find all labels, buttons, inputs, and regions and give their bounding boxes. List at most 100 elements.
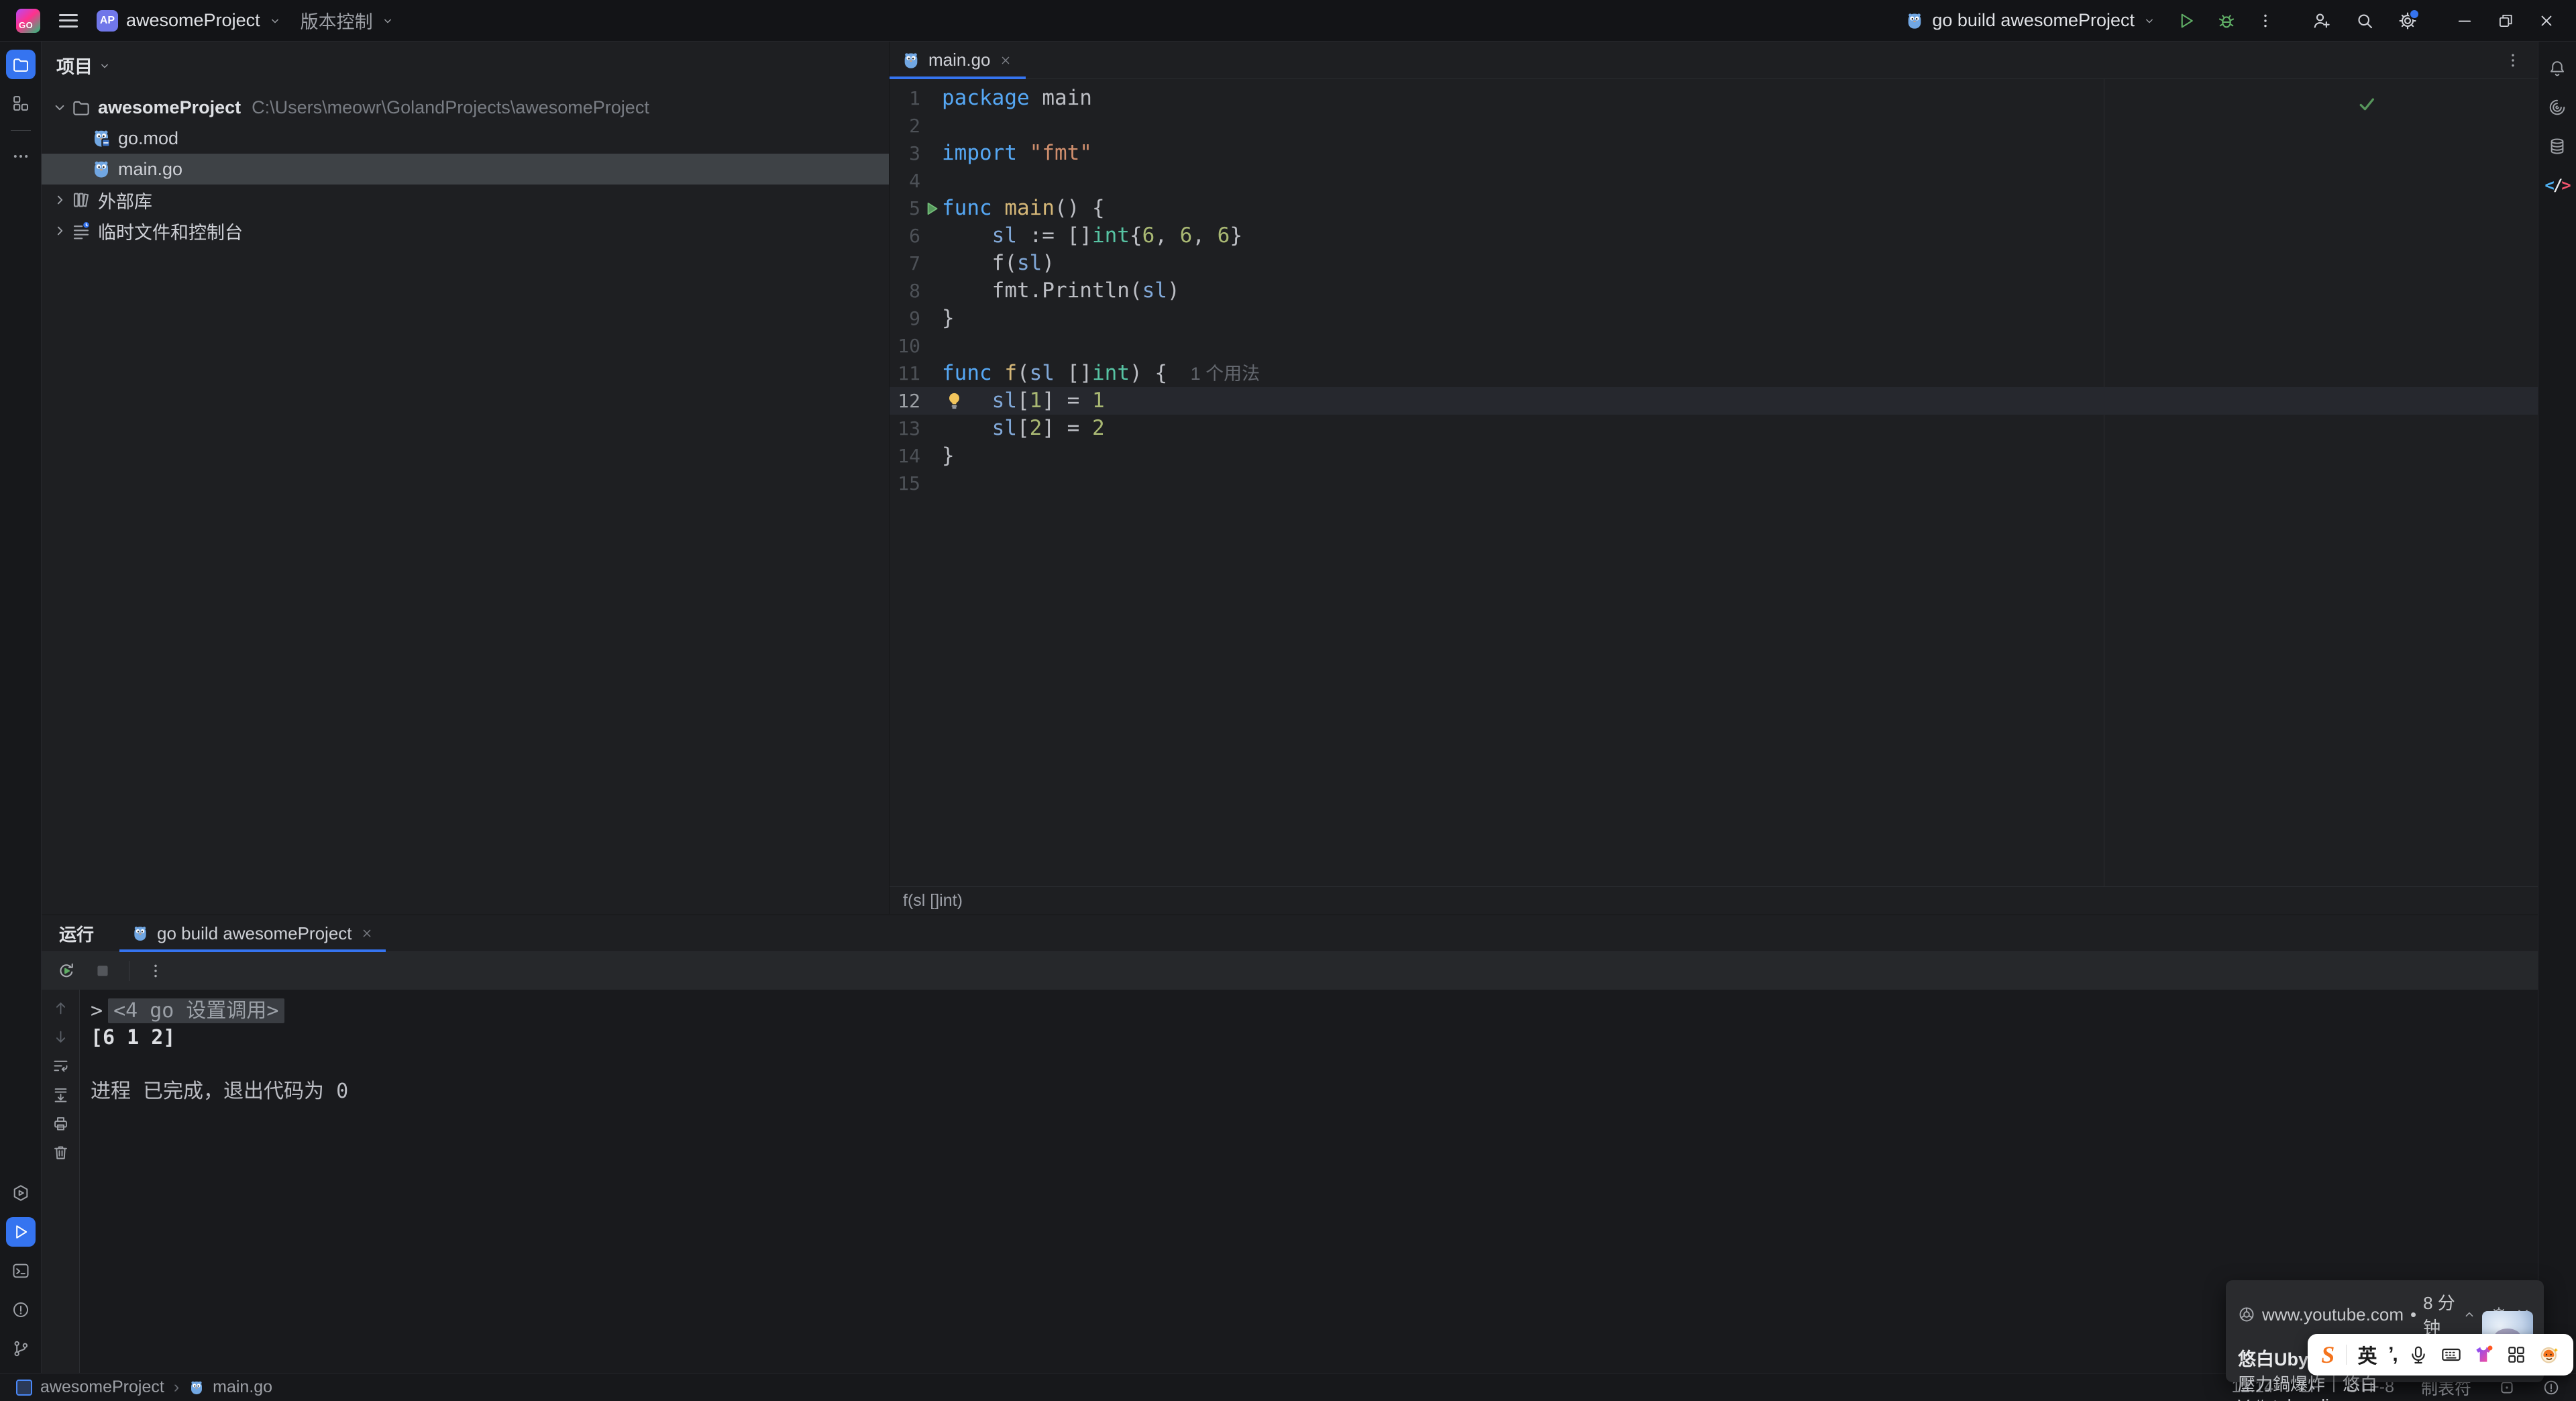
project-panel-header[interactable]: 项目 bbox=[42, 42, 889, 88]
close-tab-icon[interactable] bbox=[999, 54, 1012, 67]
chevron-up-icon[interactable] bbox=[2462, 1307, 2477, 1322]
line-number: 2 bbox=[909, 115, 920, 137]
line-number: 4 bbox=[909, 170, 920, 192]
prev-occurrence-button[interactable] bbox=[52, 999, 70, 1017]
code-line-4[interactable]: 4 bbox=[890, 167, 2538, 195]
console-output[interactable]: > <4 go 设置调用> [6 1 2] 进程 已完成，退出代码为 0 bbox=[80, 990, 2538, 1374]
tool-window-button-database[interactable] bbox=[2542, 132, 2572, 161]
editor-tab-bar: main.go bbox=[890, 42, 2538, 79]
clear-all-button[interactable] bbox=[52, 1143, 70, 1161]
run-tab[interactable]: go build awesomeProject bbox=[119, 915, 386, 952]
tool-window-button-project[interactable] bbox=[5, 50, 36, 79]
editor-options-button[interactable] bbox=[2504, 52, 2522, 69]
next-occurrence-button[interactable] bbox=[52, 1028, 70, 1046]
minimize-button[interactable] bbox=[2455, 11, 2474, 30]
run-more-options-button[interactable] bbox=[147, 962, 164, 980]
code-line-12[interactable]: 12 sl[1] = 1 bbox=[890, 387, 2538, 415]
tree-item-临时文件和控制台[interactable]: 临时文件和控制台 bbox=[42, 215, 889, 246]
run-tab-bar: 运行 go build awesomeProject bbox=[42, 915, 2538, 952]
ime-skin-icon[interactable] bbox=[2473, 1344, 2494, 1365]
gomod-icon bbox=[91, 128, 111, 148]
status-bar: awesomeProject › main.go 12:14 LF UTF-8 制表符 bbox=[0, 1373, 2576, 1401]
ime-emoji-icon[interactable] bbox=[2538, 1344, 2560, 1365]
project-widget[interactable]: AP awesomeProject bbox=[97, 9, 282, 32]
tree-item-awesomeProject[interactable]: awesomeProject C:\Users\meowr\GolandProje… bbox=[42, 92, 889, 123]
code-line-9[interactable]: 9} bbox=[890, 305, 2538, 332]
tool-window-button-more-tool-windows[interactable] bbox=[6, 142, 36, 171]
run-button[interactable] bbox=[2176, 11, 2196, 31]
fold-chevron-icon[interactable]: > bbox=[91, 999, 103, 1023]
debug-button[interactable] bbox=[2216, 11, 2237, 31]
notification-dot: • bbox=[2410, 1304, 2417, 1325]
tree-item-外部库[interactable]: 外部库 bbox=[42, 185, 889, 215]
editor-tab-main-go[interactable]: main.go bbox=[890, 42, 1026, 79]
play-icon bbox=[11, 1223, 30, 1241]
goland-logo-icon: GO bbox=[16, 8, 40, 33]
run-configuration-widget[interactable]: go build awesomeProject bbox=[1905, 10, 2156, 31]
chevron-right-icon[interactable] bbox=[51, 191, 68, 209]
code-line-1[interactable]: 1 package main bbox=[890, 85, 2538, 112]
sogou-logo-icon[interactable]: S bbox=[2321, 1341, 2334, 1369]
line-number: 15 bbox=[898, 472, 920, 495]
line-number: 13 bbox=[898, 417, 920, 439]
code-line-5[interactable]: 5 func main() { bbox=[890, 195, 2538, 222]
tool-window-button-problems[interactable] bbox=[6, 1295, 36, 1325]
editor-tab-label: main.go bbox=[928, 50, 991, 70]
tool-window-button-notifications[interactable] bbox=[2542, 54, 2572, 83]
code-line-8[interactable]: 8 fmt.Println(sl) bbox=[890, 277, 2538, 305]
ime-divider bbox=[2345, 1345, 2347, 1365]
vcs-widget[interactable]: 版本控制 bbox=[301, 7, 394, 34]
close-window-button[interactable] bbox=[2537, 11, 2556, 30]
print-button[interactable] bbox=[52, 1114, 70, 1133]
close-tab-icon[interactable] bbox=[360, 927, 374, 940]
module-icon bbox=[16, 1379, 32, 1396]
tree-item-go.mod[interactable]: go.mod bbox=[42, 123, 889, 154]
more-actions-button[interactable] bbox=[2257, 12, 2274, 30]
code-line-7[interactable]: 7 f(sl) bbox=[890, 250, 2538, 277]
code-line-10[interactable]: 10 bbox=[890, 332, 2538, 360]
console-folded-command[interactable]: > <4 go 设置调用> bbox=[91, 998, 2538, 1025]
code-line-11[interactable]: 11 func f(sl []int) { 1 个用法 bbox=[890, 360, 2538, 387]
ime-grid-icon[interactable] bbox=[2506, 1344, 2527, 1365]
tool-window-button-code-with-me[interactable]: </> bbox=[2542, 170, 2572, 200]
chevron-down-icon[interactable] bbox=[51, 99, 68, 116]
code-line-3[interactable]: 3 import "fmt" bbox=[890, 140, 2538, 167]
scroll-to-end-button[interactable] bbox=[52, 1086, 70, 1104]
chevron-right-icon[interactable] bbox=[51, 222, 68, 240]
inspections-widget[interactable] bbox=[2542, 1379, 2560, 1396]
tool-window-button-terminal[interactable] bbox=[6, 1256, 36, 1286]
search-everywhere-button[interactable] bbox=[2355, 11, 2375, 31]
ime-language-toggle[interactable]: 英 bbox=[2357, 1341, 2377, 1369]
ime-mic-icon[interactable] bbox=[2408, 1344, 2429, 1365]
rerun-button[interactable] bbox=[56, 961, 76, 981]
soft-wrap-button[interactable] bbox=[52, 1057, 70, 1075]
ime-kbd-icon[interactable] bbox=[2440, 1344, 2462, 1365]
tool-window-button-commit[interactable] bbox=[6, 89, 36, 118]
git-icon bbox=[11, 1339, 30, 1358]
tool-window-button-run[interactable] bbox=[5, 1217, 36, 1247]
editor-body[interactable]: 1 package main 2 3 import "fmt" 4 5 func main()… bbox=[890, 79, 2538, 886]
tree-item-main.go[interactable]: main.go bbox=[42, 154, 889, 185]
tool-window-button-ai-assistant[interactable] bbox=[2542, 93, 2572, 122]
main-menu-button[interactable] bbox=[59, 13, 78, 28]
project-tool-window: 项目 awesomeProject C:\Users\meowr\GolandPr… bbox=[42, 42, 890, 914]
tool-window-button-services[interactable] bbox=[6, 1178, 36, 1208]
restore-window-button[interactable] bbox=[2497, 12, 2514, 30]
ime-punctuation-toggle[interactable]: ’, bbox=[2388, 1343, 2398, 1366]
code-line-6[interactable]: 6 sl := []int{6, 6, 6} bbox=[890, 222, 2538, 250]
code-line-14[interactable]: 14} bbox=[890, 442, 2538, 470]
code-line-13[interactable]: 13 sl[2] = 2 bbox=[890, 415, 2538, 442]
code-line-15[interactable]: 15 bbox=[890, 470, 2538, 497]
scratch-icon bbox=[71, 221, 91, 241]
intention-bulb-icon[interactable] bbox=[943, 390, 965, 412]
run-line-icon[interactable] bbox=[923, 200, 941, 217]
code-line-2[interactable]: 2 bbox=[890, 112, 2538, 140]
add-user-button[interactable] bbox=[2312, 11, 2332, 31]
stop-button[interactable] bbox=[94, 962, 111, 980]
gopher-icon bbox=[189, 1380, 205, 1396]
ime-toolbar[interactable]: S 英 ’, bbox=[2308, 1334, 2573, 1376]
line-number: 3 bbox=[909, 142, 920, 164]
settings-button[interactable] bbox=[2398, 8, 2420, 31]
status-breadcrumb[interactable]: awesomeProject › main.go bbox=[16, 1378, 272, 1397]
tool-window-button-version-control[interactable] bbox=[6, 1334, 36, 1363]
